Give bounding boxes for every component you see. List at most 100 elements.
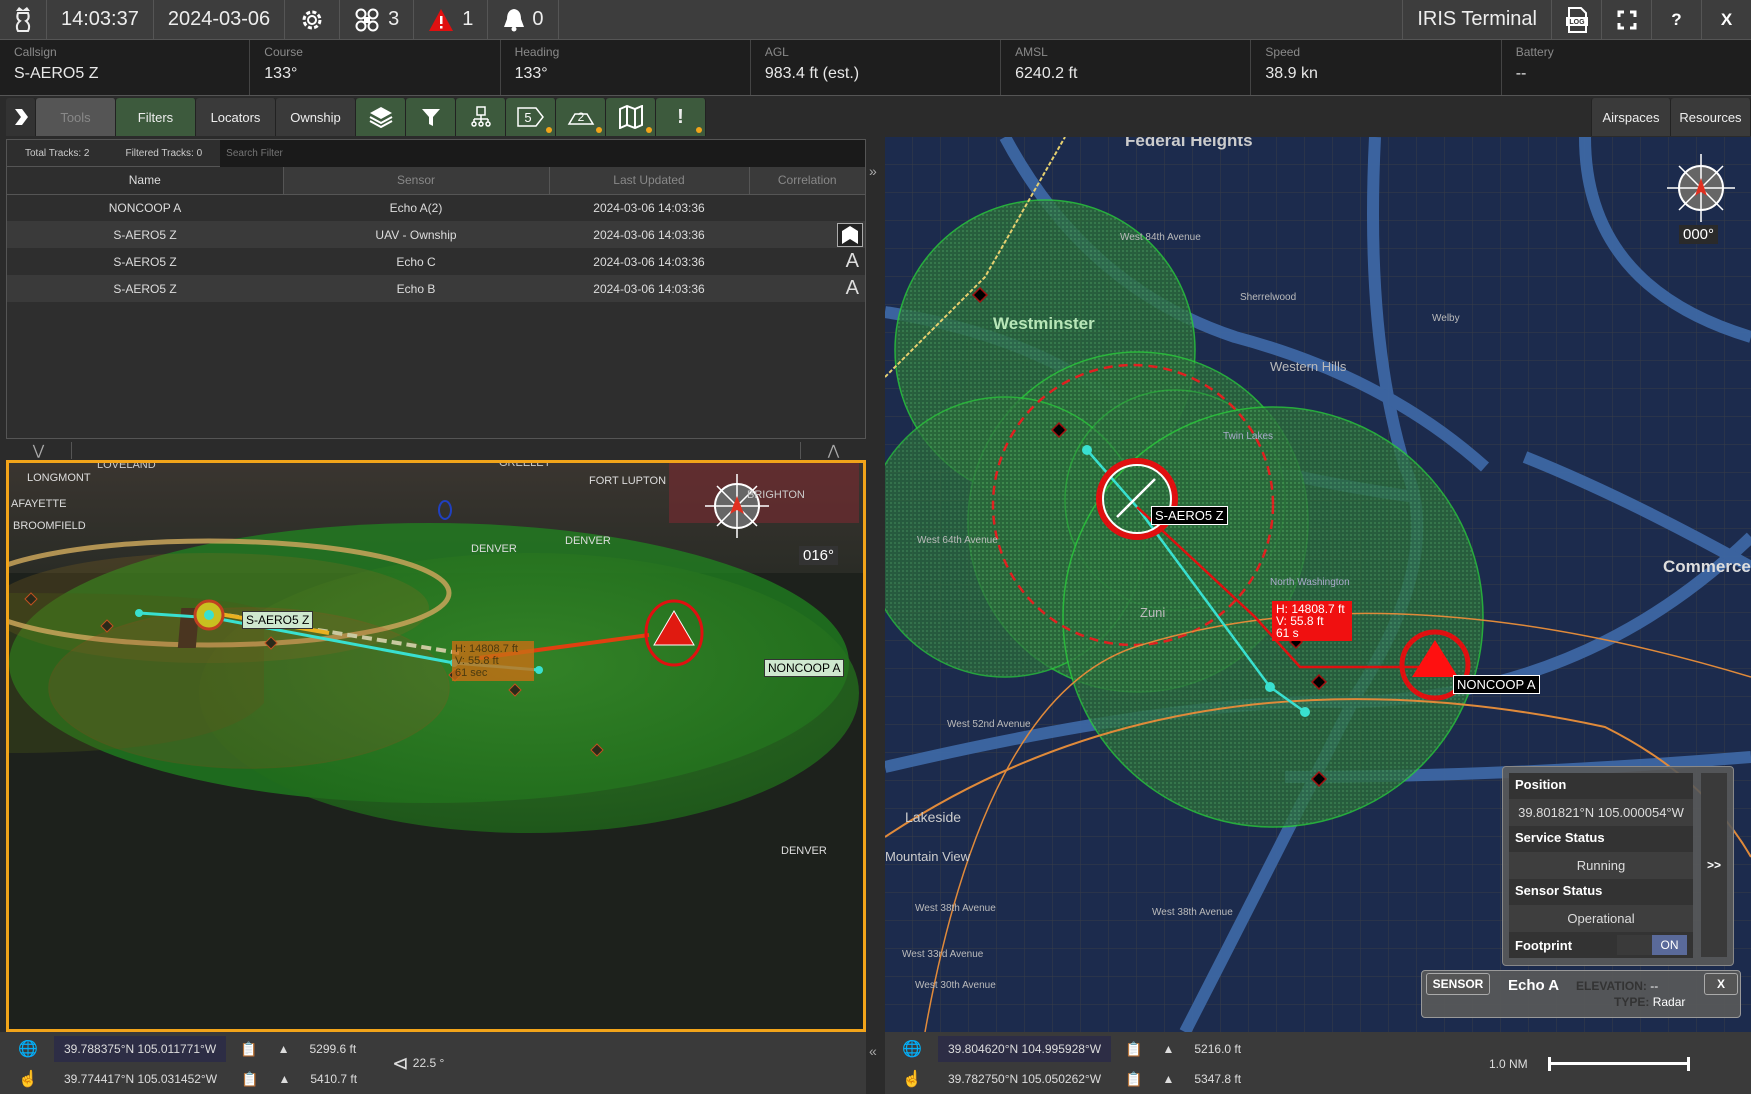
touch-altitude: 5347.8 ft [1194, 1072, 1242, 1086]
map-icon [618, 105, 643, 129]
clipboard-icon[interactable]: 📋 [1125, 1071, 1142, 1088]
map-button[interactable] [606, 98, 656, 136]
alerts-button[interactable]: 1 [414, 0, 489, 40]
route-tag-icon: 5 [516, 107, 544, 127]
place-label: Federal Heights [1125, 137, 1253, 150]
tab-locators[interactable]: Locators [196, 98, 276, 136]
altitude-icon: ▲ [278, 1072, 291, 1086]
telemetry-speed: Speed 38.9 kn [1251, 40, 1502, 95]
footprint-row: Footprint ON [1509, 932, 1693, 958]
cursor-coordinates[interactable]: 39.788375°N 105.011771°W [54, 1036, 227, 1062]
sensor-tab[interactable]: SENSOR [1426, 973, 1490, 995]
layers-icon [369, 107, 392, 128]
cursor-coordinates[interactable]: 39.804620°N 104.995928°W [938, 1036, 1112, 1062]
collapse-down-icon[interactable]: ⋁ [6, 441, 72, 459]
column-header-name[interactable]: Name [7, 167, 284, 195]
layers-button[interactable] [356, 98, 406, 136]
network-button[interactable] [456, 98, 506, 136]
routes-button[interactable]: 5 [506, 98, 556, 136]
search-filter-input[interactable] [220, 139, 865, 167]
touch-coordinates[interactable]: 39.782750°N 105.050262°W [948, 1072, 1101, 1086]
service-status-value: Running [1509, 852, 1693, 879]
pointer-icon: ☝ [902, 1071, 922, 1088]
correlation-indicator: A [749, 275, 865, 302]
sensor-status-value: Operational [1509, 905, 1693, 932]
view-splitter[interactable]: » « [866, 137, 885, 1094]
clipboard-icon[interactable]: 📋 [1125, 1041, 1142, 1058]
telemetry-callsign: Callsign S-AERO5 Z [0, 40, 251, 95]
type-label: TYPE: [1614, 995, 1650, 1009]
telemetry-course: Course 133° [250, 40, 501, 95]
footprint-toggle[interactable]: ON [1617, 935, 1687, 955]
place-label: North Washington [1270, 577, 1350, 588]
place-label: Zuni [1140, 605, 1166, 620]
tab-resources[interactable]: Resources [1671, 98, 1751, 136]
clipboard-icon[interactable]: 📋 [240, 1041, 257, 1058]
place-label: Western Hills [1270, 359, 1347, 374]
close-sensor-button[interactable]: X [1704, 973, 1738, 995]
filtered-tracks: Filtered Tracks: 0 [125, 147, 203, 159]
place-label: Mountain View [885, 849, 971, 864]
fullscreen-button[interactable] [1601, 0, 1651, 40]
street-label: West 30th Avenue [915, 980, 996, 991]
coord-bar-right: 🌐 39.804620°N 104.995928°W 📋 ▲ 5216.0 ft… [885, 1032, 1751, 1094]
position-value: 39.801821°N 105.000054°W [1509, 799, 1693, 826]
clock-time: 14:03:37 [47, 0, 154, 40]
street-label: West 38th Avenue [915, 903, 996, 914]
tracks-panel: Total Tracks: 2 Filtered Tracks: 0 Name … [6, 139, 866, 439]
expand-panel-button[interactable] [6, 98, 36, 136]
elevation-value: -- [1650, 979, 1659, 993]
column-header-sensor[interactable]: Sensor [283, 167, 550, 195]
funnel-icon [421, 109, 440, 126]
alert-tool-button[interactable]: ! [656, 98, 706, 136]
notifications-button[interactable]: 0 [488, 0, 559, 40]
ownship-correlation-icon [837, 222, 863, 247]
place-label: DENVER [565, 535, 611, 547]
sensor-status-label: Sensor Status [1509, 879, 1693, 905]
tab-filters[interactable]: Filters [116, 98, 196, 136]
top-bar: 14:03:37 2024-03-06 3 1 0 IRIS Terminal … [0, 0, 1751, 40]
touch-coordinates[interactable]: 39.774417°N 105.031452°W [64, 1072, 217, 1086]
drones-button[interactable]: 3 [340, 0, 415, 40]
heading-readout-3d: 016° [799, 546, 839, 565]
filter-button[interactable] [406, 98, 456, 136]
sensor-name: Echo A [1508, 977, 1560, 994]
double-chevron-left-icon[interactable]: « [869, 1043, 877, 1059]
place-label: Welby [1432, 313, 1460, 324]
tab-ownship[interactable]: Ownship [276, 98, 356, 136]
telemetry-amsl: AMSL 6240.2 ft [1001, 40, 1252, 95]
street-label: West 52nd Avenue [947, 719, 1031, 730]
tab-airspaces[interactable]: Airspaces [1591, 98, 1671, 136]
close-app-button[interactable]: X [1701, 0, 1751, 40]
table-row[interactable]: S-AERO5 Z UAV - Ownship 2024-03-06 14:03… [7, 221, 865, 248]
place-label: Sherrelwood [1240, 292, 1297, 303]
panel-splitter[interactable]: ⋁ ⋀ [6, 440, 866, 460]
street-label: West 64th Avenue [917, 535, 998, 546]
expand-panel-button[interactable]: >> [1701, 773, 1727, 957]
target-label: NONCOOP A [1453, 675, 1540, 694]
collapse-up-icon[interactable]: ⋀ [800, 441, 866, 459]
3d-scene [9, 463, 863, 1029]
pointer-icon: ☝ [18, 1071, 38, 1088]
double-chevron-right-icon[interactable]: » [869, 163, 877, 179]
help-button[interactable]: ? [1651, 0, 1701, 40]
telemetry-agl: AGL 983.4 ft (est.) [751, 40, 1002, 95]
place-label: Twin Lakes [1223, 431, 1274, 442]
settings-button[interactable] [285, 0, 341, 40]
tab-tools[interactable]: Tools [36, 98, 116, 136]
zone-icon: 2 [567, 110, 594, 125]
table-row[interactable]: NONCOOP A Echo A(2) 2024-03-06 14:03:36 [7, 194, 865, 221]
drone-icon [355, 8, 379, 31]
column-header-correlation[interactable]: Correlation [749, 167, 865, 195]
log-button[interactable]: LOG [1551, 0, 1601, 40]
column-header-last-updated[interactable]: Last Updated [549, 167, 750, 195]
place-label: Commerce [1663, 557, 1751, 576]
globe-icon: 🌐 [902, 1041, 922, 1058]
table-row[interactable]: S-AERO5 Z Echo C 2024-03-06 14:03:36 A [7, 248, 865, 275]
target-label-3d: NONCOOP A [764, 659, 845, 677]
clipboard-icon[interactable]: 📋 [241, 1071, 258, 1088]
zones-button[interactable]: 2 [556, 98, 606, 136]
altitude-icon: ▲ [277, 1042, 290, 1056]
3d-view[interactable]: LOVELAND GREELEY LONGMONT FORT LUPTON AF… [6, 460, 866, 1032]
table-row[interactable]: S-AERO5 Z Echo B 2024-03-06 14:03:36 A [7, 275, 865, 302]
